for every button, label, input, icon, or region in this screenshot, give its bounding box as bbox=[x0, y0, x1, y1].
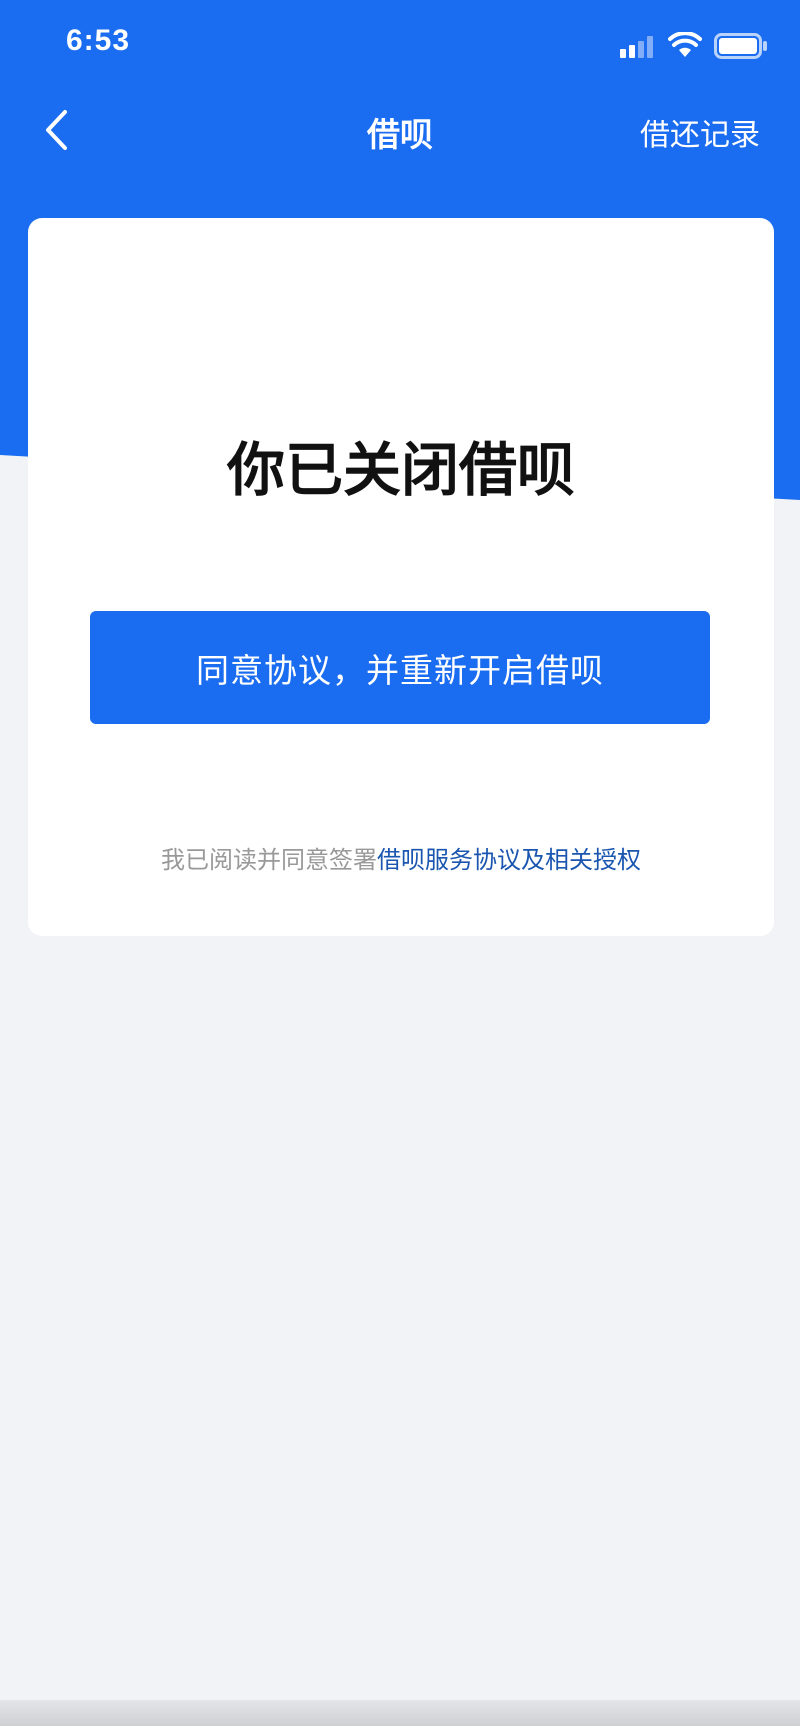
wifi-icon bbox=[668, 32, 702, 57]
borrow-repay-records-link[interactable]: 借还记录 bbox=[640, 110, 760, 154]
agreement-link[interactable]: 借呗服务协议及相关授权 bbox=[377, 846, 641, 874]
agreement-text: 我已阅读并同意签署借呗服务协议及相关授权 bbox=[28, 840, 774, 875]
status-time: 6:53 bbox=[66, 24, 131, 57]
nav-bar: 借呗 借还记录 bbox=[0, 90, 800, 170]
bottom-edge bbox=[0, 1700, 800, 1726]
reopen-button[interactable]: 同意协议，并重新开启借呗 bbox=[90, 611, 710, 724]
status-card: 你已关闭借呗 同意协议，并重新开启借呗 我已阅读并同意签署借呗服务协议及相关授权 bbox=[28, 218, 774, 936]
closed-status-title: 你已关闭借呗 bbox=[226, 436, 575, 504]
battery-icon bbox=[714, 33, 767, 59]
status-icons bbox=[620, 32, 770, 60]
signal-icon bbox=[620, 36, 653, 58]
agreement-prefix: 我已阅读并同意签署 bbox=[161, 846, 377, 874]
status-bar: 6:53 bbox=[0, 0, 800, 90]
